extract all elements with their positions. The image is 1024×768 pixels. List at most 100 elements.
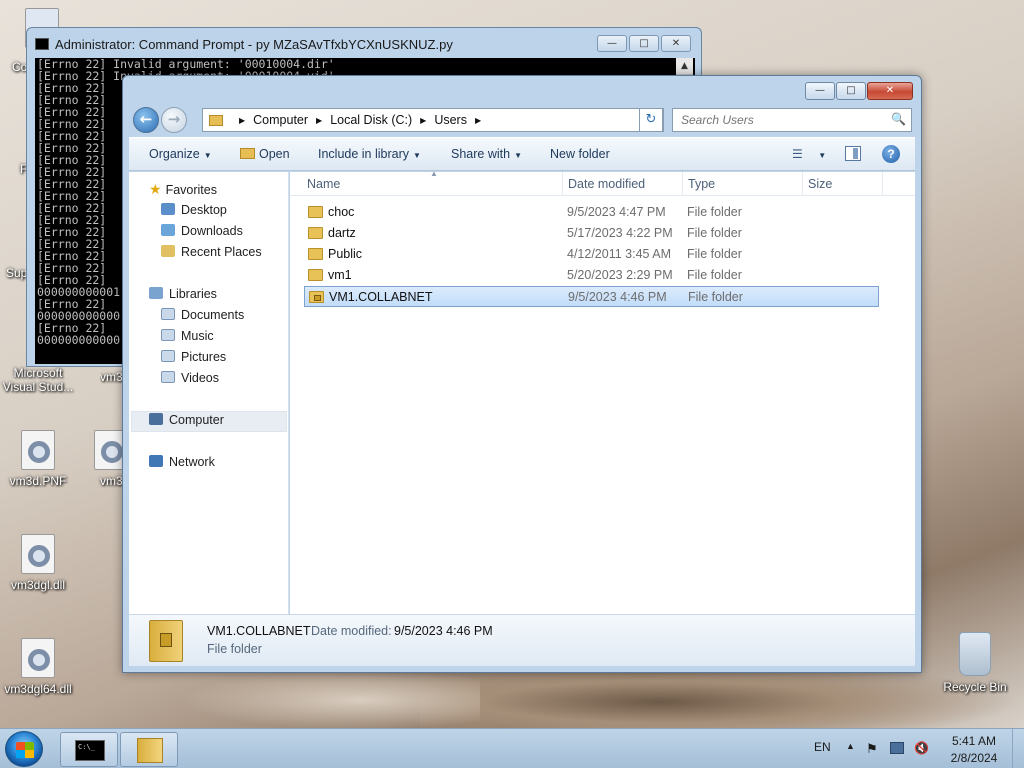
nav-item-videos[interactable]: Videos [161, 368, 219, 388]
file-type: File folder [688, 290, 743, 304]
desktop-icon-recycle-bin[interactable]: Recycle Bin [937, 632, 1013, 694]
column-header-type[interactable]: Type [688, 177, 715, 191]
column-header-date[interactable]: Date modified [568, 177, 645, 191]
desktop-icon-label: Recycle Bin [943, 680, 1007, 694]
command-prompt-icon: C:\_ [75, 740, 105, 761]
nav-item-libraries[interactable]: Libraries [149, 284, 217, 304]
lock-icon [160, 633, 172, 647]
view-options-button[interactable]: ☰ ▼ [792, 147, 826, 161]
organize-button[interactable]: Organize ▼ [149, 147, 212, 161]
search-box[interactable]: 🔍 [672, 108, 912, 132]
help-icon[interactable]: ? [882, 145, 900, 163]
column-header-size[interactable]: Size [808, 177, 832, 191]
music-icon [161, 329, 175, 341]
desktop-icon-label: Microsoft Visual Stud... [2, 366, 74, 394]
desktop-icon-vm3dgl64-dll[interactable]: vm3dgl64.dll [0, 638, 76, 696]
windows-logo-icon [16, 742, 34, 758]
desktop-icon-vm3dgl-dll[interactable]: vm3dgl.dll [0, 534, 76, 592]
settings-file-icon [94, 430, 122, 470]
nav-label: Downloads [181, 224, 243, 238]
nav-item-computer[interactable]: Computer [149, 410, 224, 430]
settings-file-icon [21, 534, 55, 574]
clock-date[interactable]: 2/8/2024 [944, 751, 1004, 765]
details-date-value: 9/5/2023 4:46 PM [394, 624, 493, 638]
nav-item-desktop[interactable]: Desktop [161, 200, 227, 220]
file-row[interactable]: vm1 5/20/2023 2:29 PM File folder [304, 265, 879, 286]
share-with-button[interactable]: Share with ▼ [451, 147, 522, 161]
close-button[interactable]: ✕ [661, 35, 691, 52]
maximize-button[interactable]: □ [629, 35, 659, 52]
details-date-label: Date modified: [311, 624, 392, 638]
file-list[interactable]: Name ▲ Date modified Type Size choc 9/5/… [290, 169, 915, 614]
nav-item-favorites[interactable]: ★ Favorites [149, 179, 217, 199]
minimize-button[interactable]: — [805, 82, 835, 100]
breadcrumb-computer[interactable]: Computer [253, 113, 308, 127]
nav-item-downloads[interactable]: Downloads [161, 221, 243, 241]
taskbar-button-command-prompt[interactable]: C:\_ [60, 732, 118, 767]
chevron-right-icon[interactable]: ▶ [316, 116, 322, 125]
maximize-button[interactable]: □ [836, 82, 866, 100]
language-indicator[interactable]: EN [814, 740, 831, 754]
show-desktop-button[interactable] [1012, 729, 1024, 768]
column-header-name[interactable]: Name [307, 177, 340, 191]
navigation-pane: ★ Favorites Desktop Downloads Recent Plac… [129, 172, 289, 614]
nav-item-documents[interactable]: Documents [161, 305, 244, 325]
file-row[interactable]: Public 4/12/2011 3:45 AM File folder [304, 244, 879, 265]
desktop-icon-vm3d-pnf[interactable]: vm3d.PNF [0, 430, 76, 488]
clock-time[interactable]: 5:41 AM [944, 734, 1004, 748]
folder-icon [308, 227, 323, 239]
forward-button[interactable]: → [161, 107, 187, 133]
file-row-selected[interactable]: VM1.COLLABNET 9/5/2023 4:46 PM File fold… [304, 286, 879, 307]
chevron-right-icon[interactable]: ▶ [420, 116, 426, 125]
nav-item-recent-places[interactable]: Recent Places [161, 242, 262, 262]
libraries-icon [149, 287, 163, 299]
new-folder-button[interactable]: New folder [550, 147, 610, 161]
back-button[interactable]: ← [133, 107, 159, 133]
volume-muted-icon[interactable]: 🔇 [914, 741, 929, 755]
documents-icon [161, 308, 175, 320]
chevron-down-icon: ▼ [413, 151, 421, 160]
desktop-icon-partial[interactable]: vm3 [100, 370, 122, 390]
network-icon[interactable] [890, 742, 904, 754]
chevron-right-icon[interactable]: ▶ [239, 116, 245, 125]
start-button[interactable] [5, 731, 43, 767]
taskbar-button-explorer[interactable] [120, 732, 178, 767]
breadcrumb-users[interactable]: Users [434, 113, 467, 127]
nav-item-music[interactable]: Music [161, 326, 214, 346]
nav-item-network[interactable]: Network [149, 452, 215, 472]
chevron-down-icon: ▼ [818, 151, 827, 160]
chevron-right-icon[interactable]: ▶ [475, 116, 481, 125]
search-icon[interactable]: 🔍 [891, 112, 906, 126]
file-type: File folder [687, 226, 742, 240]
scroll-up-icon[interactable]: ▲ [676, 58, 693, 75]
file-date: 4/12/2011 3:45 AM [567, 247, 672, 261]
preview-pane-icon[interactable] [845, 146, 861, 161]
column-header-row: Name ▲ Date modified Type Size [290, 169, 915, 196]
search-input[interactable] [673, 109, 873, 131]
minimize-button[interactable]: — [597, 35, 627, 52]
desktop-icon-label: vm3 [100, 474, 122, 488]
file-row[interactable]: dartz 5/17/2023 4:22 PM File folder [304, 223, 879, 244]
file-row[interactable]: choc 9/5/2023 4:47 PM File folder [304, 202, 879, 223]
refresh-button[interactable]: ↻ [639, 108, 663, 132]
file-date: 5/17/2023 4:22 PM [567, 226, 673, 240]
breadcrumb-local-disk[interactable]: Local Disk (C:) [330, 113, 412, 127]
desktop-icon-label: vm3dgl64.dll [4, 682, 72, 696]
folder-icon [308, 206, 323, 218]
nav-label: Recent Places [181, 245, 262, 259]
desktop-icon-partial[interactable]: vm3 [94, 430, 122, 492]
include-in-library-button[interactable]: Include in library ▼ [318, 147, 421, 161]
file-name: VM1.COLLABNET [329, 290, 433, 304]
close-button[interactable]: ✕ [867, 82, 913, 100]
action-center-flag-icon[interactable]: ⚑ [866, 741, 880, 756]
address-bar[interactable]: ▶ Computer ▶ Local Disk (C:) ▶ Users ▶ ▼ [202, 108, 664, 132]
folder-icon [137, 738, 163, 763]
nav-item-pictures[interactable]: Pictures [161, 347, 226, 367]
open-button[interactable]: Open [240, 147, 290, 161]
show-hidden-icons-icon[interactable]: ▲ [846, 741, 855, 751]
nav-label: Pictures [181, 350, 227, 364]
explorer-window[interactable]: — □ ✕ ← → ▶ Computer ▶ Local Disk (C:) ▶… [122, 75, 922, 673]
folder-icon [209, 114, 223, 126]
desktop-icon [161, 203, 175, 215]
locked-folder-icon [149, 620, 183, 662]
